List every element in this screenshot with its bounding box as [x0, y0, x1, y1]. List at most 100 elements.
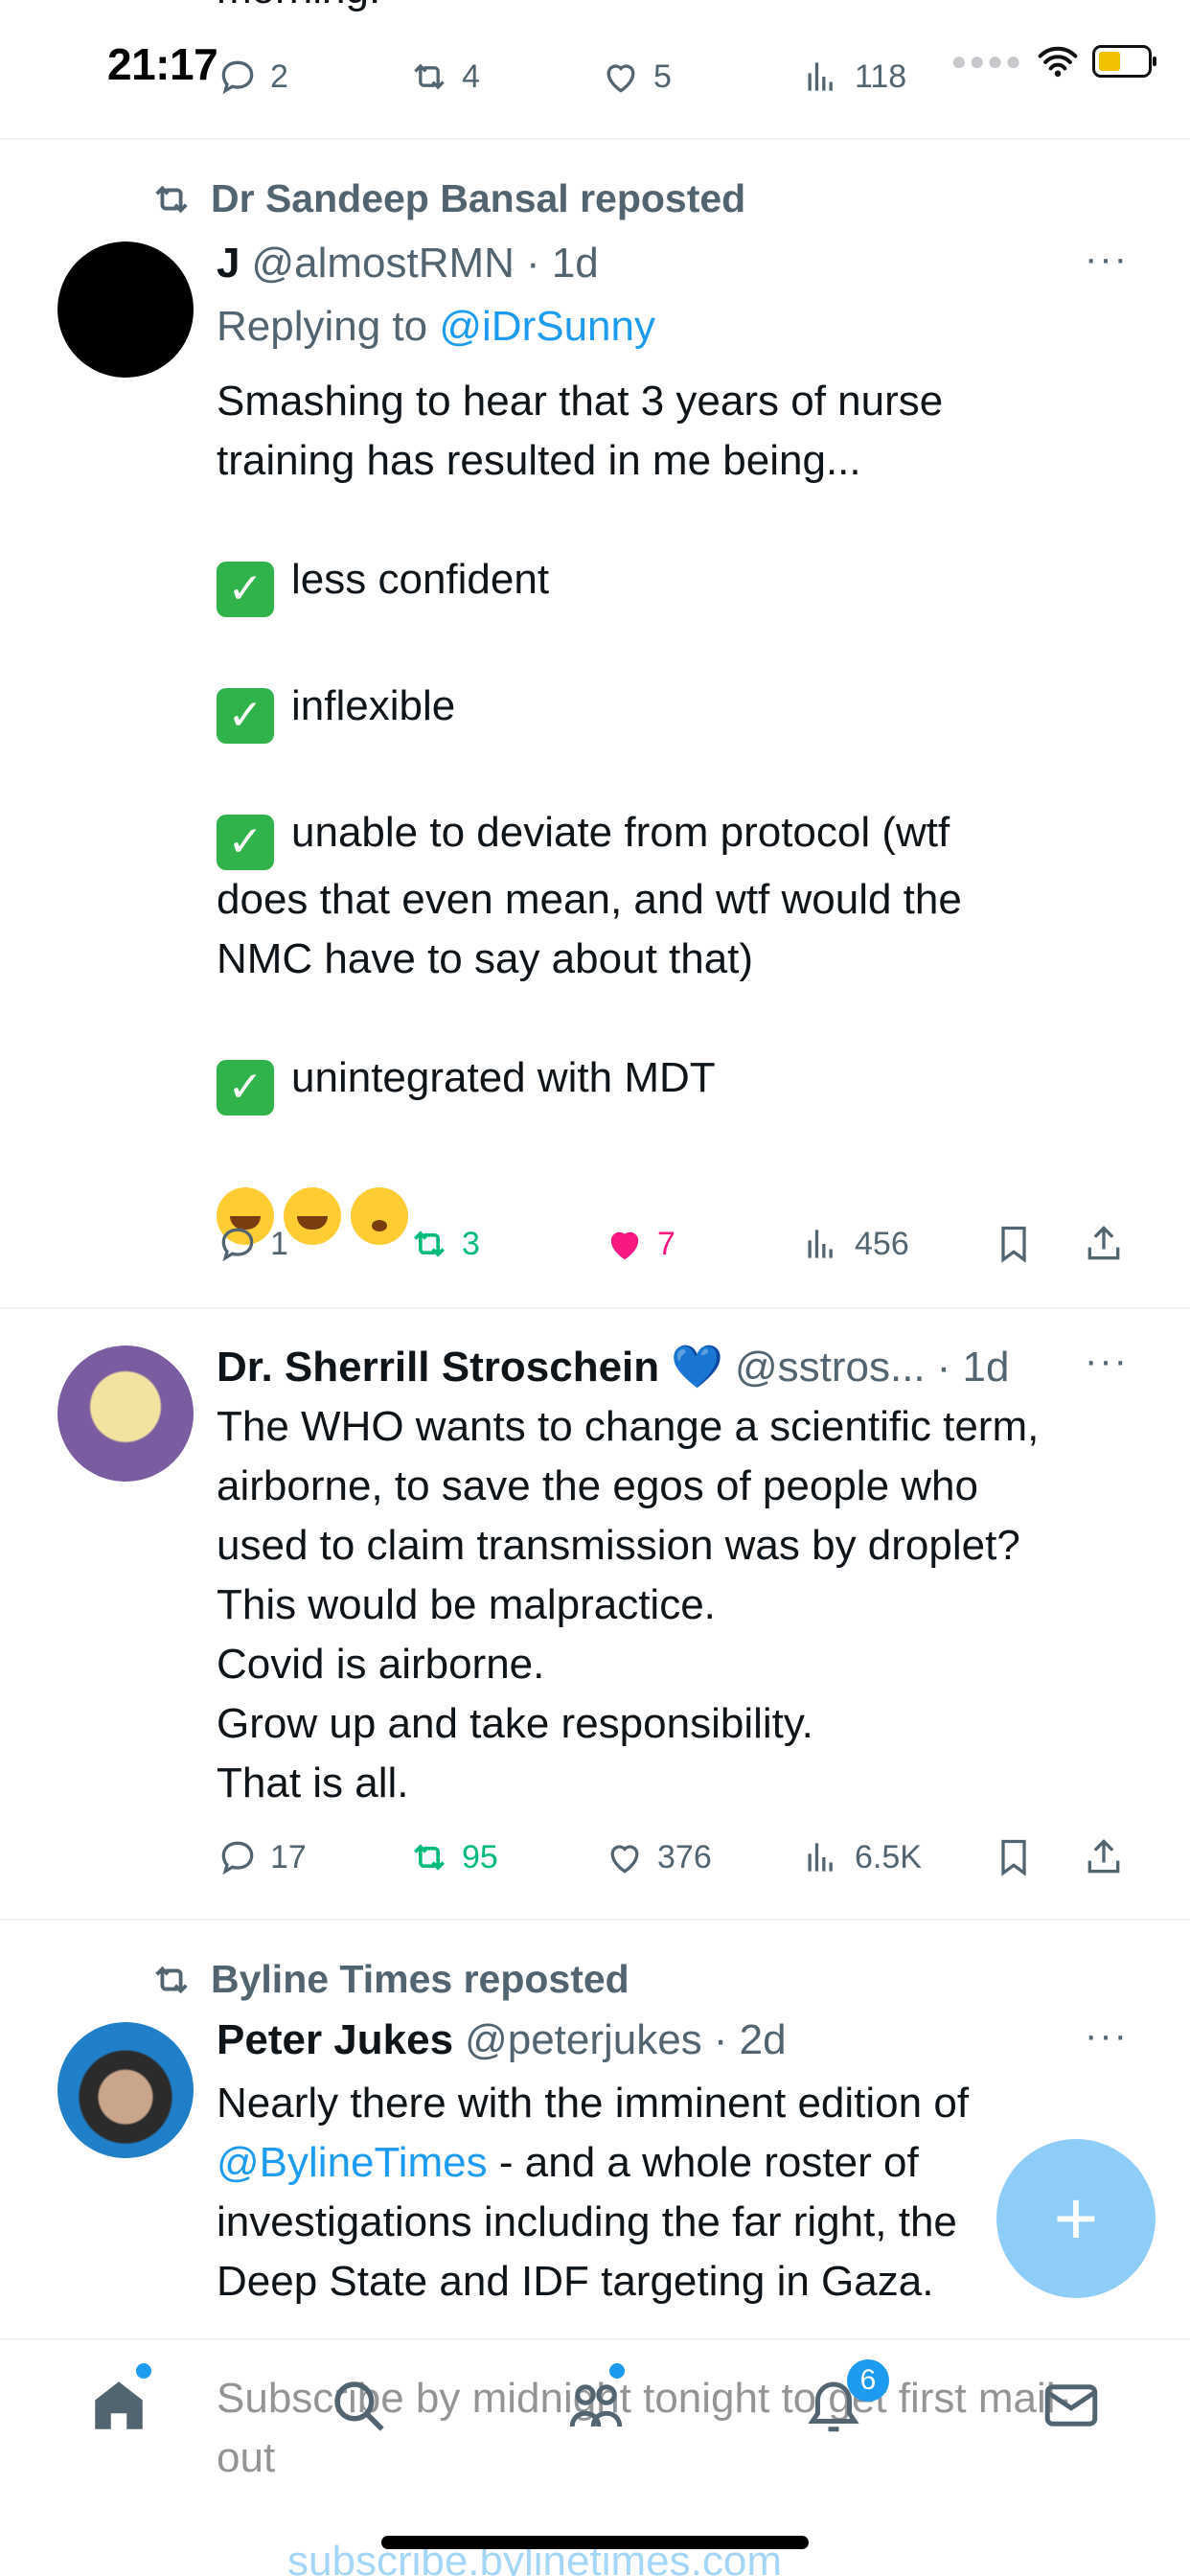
tweet-line: - and a whole roster of [487, 2139, 919, 2186]
reply-button[interactable]: 17 [217, 1836, 307, 1878]
reply-count: 1 [270, 1225, 288, 1262]
bookmark-button[interactable] [993, 1836, 1035, 1878]
reply-count: 2 [270, 58, 288, 95]
tweet-body: The WHO wants to change a scientific ter… [217, 1397, 1136, 1813]
plus-icon: + [1053, 2175, 1099, 2261]
tweet-line: unintegrated with MDT [291, 1054, 716, 1101]
repost-count: 95 [462, 1838, 498, 1875]
reply-button[interactable]: 2 [217, 56, 288, 98]
battery-icon [1092, 45, 1156, 78]
check-mark-icon: ✓ [217, 688, 274, 744]
handle[interactable]: @almostRMN [251, 240, 514, 288]
mention-link[interactable]: @BylineTimes [217, 2139, 488, 2186]
replying-to: Replying to @iDrSunny [217, 303, 655, 351]
like-count: 5 [653, 58, 672, 95]
repost-indicator[interactable]: Byline Times reposted [149, 1957, 629, 2002]
check-mark-icon: ✓ [217, 1060, 274, 1116]
more-options-button[interactable]: ··· [1085, 1340, 1129, 1383]
repost-button[interactable]: 4 [408, 56, 480, 98]
avatar[interactable] [57, 242, 194, 378]
tweet-line: Deep State and IDF targeting in Gaza. [217, 2258, 934, 2305]
repost-icon [155, 185, 188, 213]
timestamp: · 1d [525, 240, 599, 287]
repost-by-label: Dr Sandeep Bansal reposted [211, 176, 746, 220]
status-icons: ●●●● [950, 42, 1156, 80]
more-options-button[interactable]: ··· [1085, 238, 1129, 281]
more-options-button[interactable]: ··· [1085, 2014, 1129, 2058]
tweet-line: This would be malpractice. [217, 1581, 716, 1628]
check-mark-icon: ✓ [217, 815, 274, 870]
tweet-line: That is all. [217, 1760, 409, 1806]
views-button[interactable]: 118 [801, 56, 906, 98]
wifi-icon [1038, 46, 1078, 78]
tweet-line: training has resulted in me being... [217, 437, 861, 484]
check-mark-icon: ✓ [217, 562, 274, 617]
home-indicator [381, 2536, 809, 2549]
divider [0, 1307, 1190, 1309]
display-name[interactable]: Peter Jukes [217, 2016, 453, 2064]
views-count: 456 [855, 1225, 909, 1262]
replying-prefix: Replying to [217, 303, 440, 350]
notifications-badge: 6 [847, 2359, 889, 2402]
communities-icon [569, 2384, 623, 2427]
like-button[interactable]: 5 [600, 56, 672, 98]
nav-search[interactable] [320, 2367, 397, 2444]
tweet-line: Smashing to hear that 3 years of nurse [217, 378, 944, 425]
share-button[interactable] [1083, 1836, 1125, 1878]
views-button[interactable]: 456 [801, 1223, 909, 1265]
nav-home[interactable] [80, 2367, 157, 2444]
divider [0, 1919, 1190, 1920]
tweet-line: less confident [291, 556, 550, 603]
like-icon [610, 1231, 639, 1260]
compose-button[interactable]: + [996, 2139, 1156, 2298]
like-button[interactable]: 376 [604, 1836, 712, 1878]
tweet-line: inflexible [291, 682, 456, 729]
views-icon [808, 62, 833, 91]
display-name[interactable]: J [217, 240, 240, 288]
repost-count: 4 [462, 58, 480, 95]
tweet-line: used to claim transmission was by drople… [217, 1522, 1020, 1569]
repost-by-label: Byline Times reposted [211, 1957, 629, 2001]
reply-button[interactable]: 1 [217, 1223, 288, 1265]
avatar[interactable] [57, 2022, 194, 2158]
tweet-header: Peter Jukes @peterjukes · 2d [217, 2016, 787, 2064]
replying-to-link[interactable]: @iDrSunny [439, 303, 655, 350]
home-icon [95, 2381, 143, 2429]
views-count: 118 [855, 58, 907, 95]
avatar[interactable] [57, 1346, 194, 1482]
reply-icon [221, 1228, 254, 1262]
like-count: 376 [657, 1838, 712, 1875]
signal-icon: ●●●● [950, 46, 1023, 76]
share-icon [1087, 1839, 1120, 1874]
display-name[interactable]: Dr. Sherrill Stroschein [217, 1344, 659, 1392]
search-icon [334, 2381, 384, 2431]
repost-icon [414, 1230, 445, 1257]
tweet-header: J @almostRMN · 1d [217, 240, 599, 288]
like-count: 7 [657, 1225, 675, 1262]
share-button[interactable] [1083, 1223, 1125, 1265]
repost-icon [155, 1966, 188, 1993]
home-unread-dot [136, 2363, 151, 2379]
partial-tweet-text: morning. [217, 0, 380, 13]
like-button[interactable]: 7 [604, 1223, 675, 1265]
handle[interactable]: @peterjukes [465, 2016, 702, 2064]
timestamp: · 1d [936, 1344, 1010, 1391]
tweet-line: does that even mean, and wtf would the [217, 876, 962, 923]
timestamp: · 2d [713, 2016, 787, 2063]
reply-icon [221, 60, 254, 95]
nav-messages[interactable] [1033, 2367, 1110, 2444]
handle[interactable]: @sstros... [735, 1344, 926, 1392]
reply-count: 17 [270, 1838, 307, 1875]
repost-button[interactable]: 3 [408, 1223, 480, 1265]
tweet-line: NMC have to say about that) [217, 935, 754, 982]
nav-communities[interactable] [558, 2367, 634, 2444]
repost-button[interactable]: 95 [408, 1836, 498, 1878]
views-button[interactable]: 6.5K [801, 1836, 922, 1878]
bookmark-button[interactable] [993, 1223, 1035, 1265]
repost-icon [414, 1844, 445, 1871]
tweet-body: Nearly there with the imminent edition o… [217, 2074, 1136, 2312]
divider [0, 138, 1190, 140]
tweet-line: Covid is airborne. [217, 1641, 545, 1688]
views-count: 6.5K [855, 1838, 922, 1875]
repost-indicator[interactable]: Dr Sandeep Bansal reposted [149, 176, 745, 221]
